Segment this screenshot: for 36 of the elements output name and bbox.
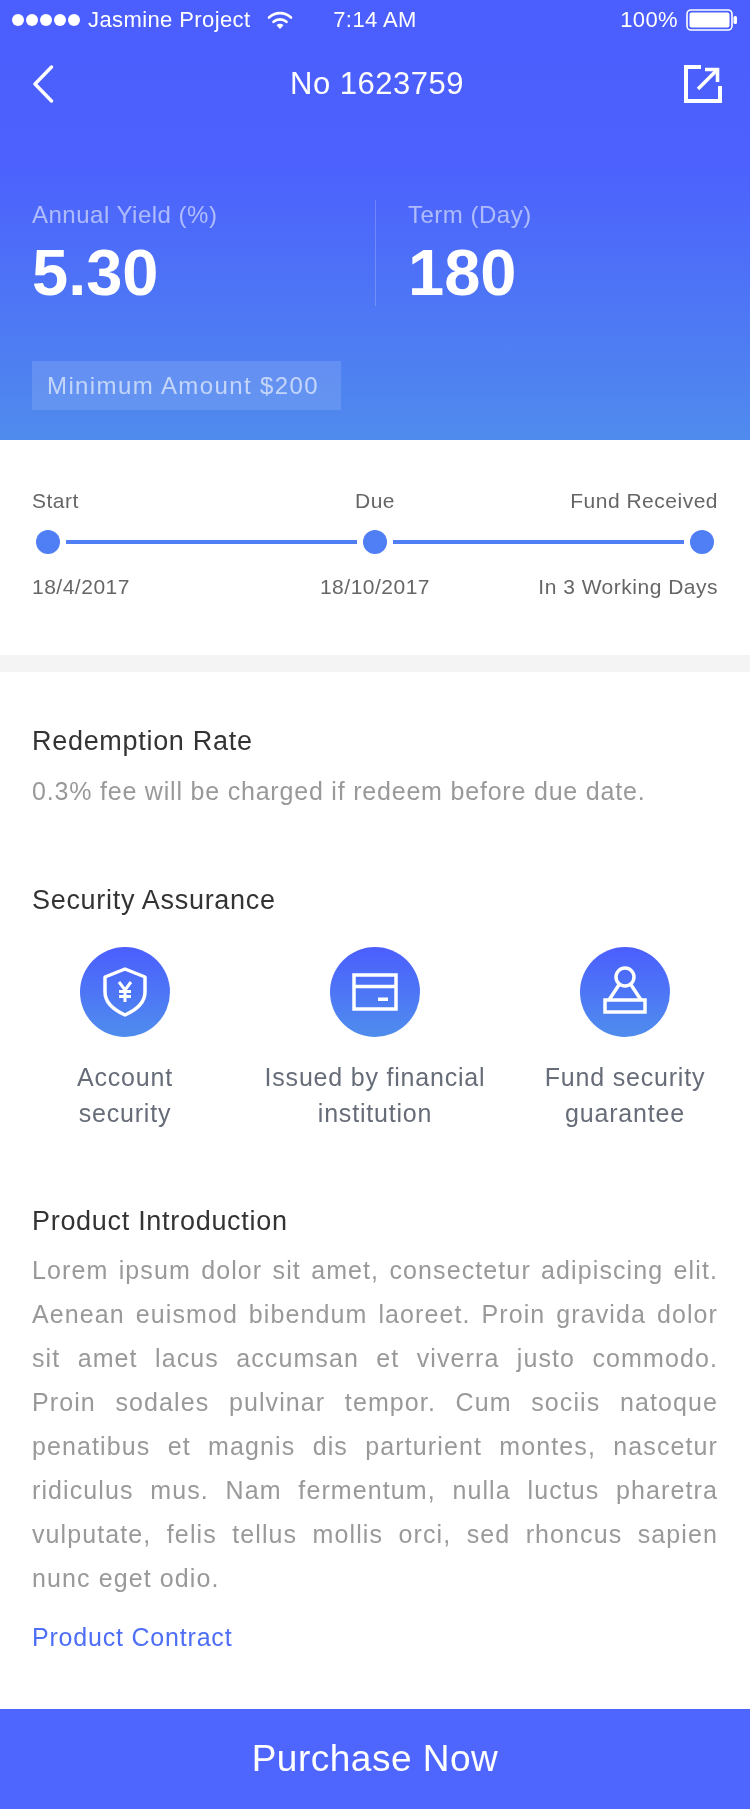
timeline-step-label: Fund Received <box>569 488 718 514</box>
stat-value: 180 <box>408 240 518 306</box>
security-label: Account security <box>77 1062 173 1129</box>
minimum-amount-tag: Minimum Amount $200 <box>32 361 342 410</box>
shield-yen-icon <box>80 947 170 1037</box>
battery-percent: 100% <box>620 7 678 33</box>
timeline-dot-icon <box>363 530 387 554</box>
timeline-date: 18/4/2017 <box>32 574 131 600</box>
signal-dots-icon <box>12 14 80 26</box>
stat-label: Annual Yield (%) <box>32 200 219 230</box>
section-heading: Product Introduction <box>32 1205 289 1238</box>
stat-value: 5.30 <box>32 240 160 306</box>
contract-link[interactable]: Product Contract <box>32 1620 233 1654</box>
wifi-icon <box>266 10 293 30</box>
intro-paragraph: Lorem ipsum dolor sit amet, consectetur adipiscing elit. Aenean euismod bibendum laoreet. Proin gravida dolor sit amet lacus accumsan et viverra justo commodo. Proin sodales pulvinar tempor. Cum sociis natoque penatibus et magnis dis parturient montes, nascetur ridiculus mus. Nam fermentum, nulla luctus pharetra vulputate, felis tellus mollis orci, sed rhoncus sapien nunc eget odio. <box>32 1255 718 1594</box>
timeline-date: In 3 Working Days <box>537 574 718 600</box>
share-icon <box>684 65 722 103</box>
card-icon <box>330 947 420 1037</box>
timeline-dot-icon <box>36 530 60 554</box>
section-heading: Security Assurance <box>32 884 277 917</box>
security-label: Issued by financial institution <box>264 1062 486 1129</box>
stat-label: Term (Day) <box>408 200 533 230</box>
battery-icon <box>686 9 738 31</box>
status-time: 7:14 AM <box>333 7 417 33</box>
page-title: No 1623759 <box>290 65 464 103</box>
purchase-button[interactable]: Purchase Now <box>0 1709 750 1809</box>
back-icon <box>32 65 54 103</box>
redemption-note: 0.3% fee will be charged if redeem before due date. <box>32 776 647 807</box>
stamp-icon <box>580 947 670 1037</box>
timeline-step-label: Due <box>353 488 396 514</box>
carrier-name: Jasmine Project <box>88 7 251 33</box>
timeline-dot-icon <box>690 530 714 554</box>
timeline-date: 18/10/2017 <box>318 574 432 600</box>
section-heading: Redemption Rate <box>32 725 254 758</box>
security-label: Fund security guarantee <box>544 1062 706 1129</box>
timeline-step-label: Start <box>32 488 80 514</box>
